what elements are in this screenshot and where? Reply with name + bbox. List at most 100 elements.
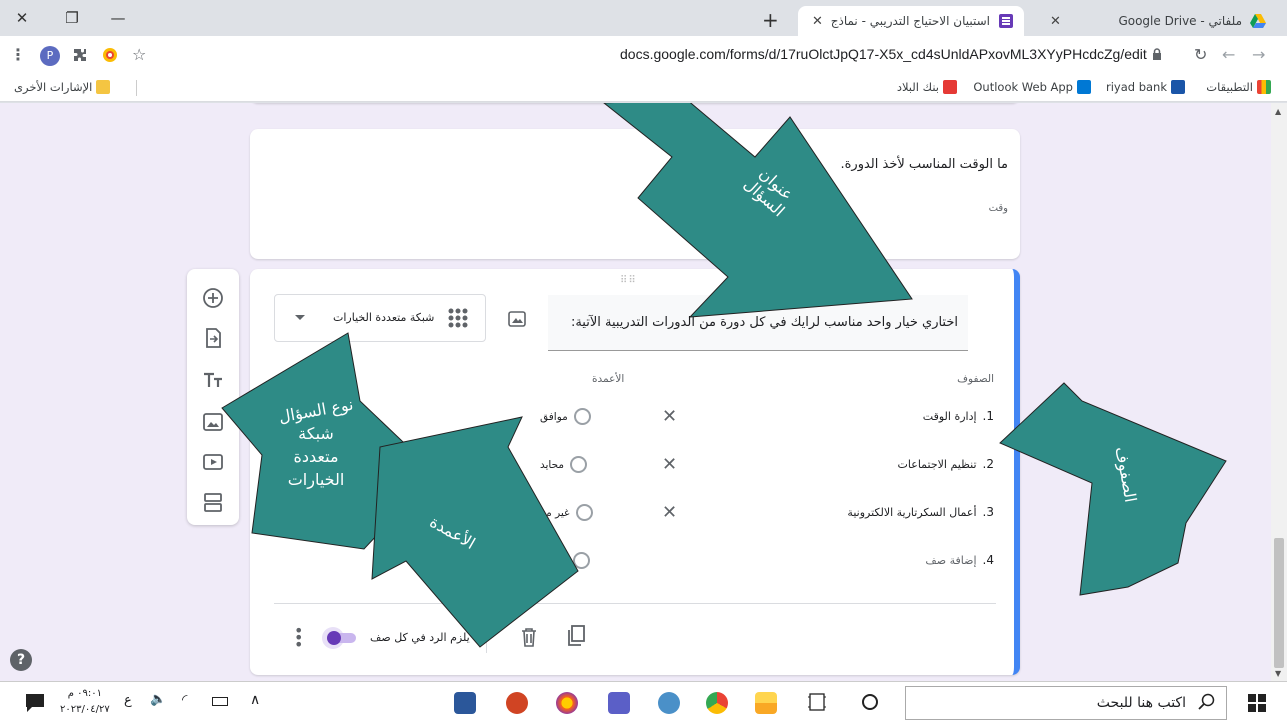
lock-icon[interactable]: [1152, 48, 1162, 60]
minimize-window-icon[interactable]: —: [104, 6, 132, 30]
cortana-icon[interactable]: [862, 694, 878, 710]
file-explorer-icon[interactable]: [755, 692, 777, 714]
forward-arrow-icon[interactable]: →: [1252, 45, 1265, 64]
form-editor-page: ما الوقت المناسب لأخذ الدورة. وقت ⠿⠿ اخت…: [0, 103, 1271, 681]
question-type-dropdown[interactable]: شبكة متعددة الخيارات: [274, 294, 486, 342]
bookmarks-bar: الإشارات الأخرى التطبيقات riyad bank Out…: [0, 74, 1287, 102]
chevron-down-icon: [295, 315, 305, 320]
annotation-line: متعددة: [293, 447, 339, 466]
clock-time: ٠٩:٠١ م: [67, 688, 102, 699]
columns-header: الأعمدة: [592, 373, 625, 385]
word-icon[interactable]: [454, 692, 476, 714]
battery-icon[interactable]: [212, 697, 228, 706]
help-icon[interactable]: ?: [10, 649, 32, 671]
grid-column[interactable]: غير موافق: [524, 504, 593, 521]
required-toggle[interactable]: [322, 627, 358, 649]
bookmark-apps[interactable]: التطبيقات: [1206, 80, 1271, 94]
radio-circle-icon: [573, 552, 591, 569]
bookmark-star-icon[interactable]: ☆: [132, 45, 146, 64]
bookmark-albilad[interactable]: بنك البلاد: [897, 80, 957, 94]
tab-title: استبيان الاحتياج التدريبي - نماذج Go: [827, 14, 990, 28]
close-tab-icon[interactable]: ✕: [808, 14, 827, 29]
bookmark-label: riyad bank: [1105, 80, 1167, 94]
bookmark-outlook[interactable]: Outlook Web App: [973, 80, 1091, 94]
tab-drive[interactable]: ملفاتي - Google Drive ✕: [1036, 6, 1276, 36]
grid-dots-icon: [448, 308, 468, 328]
volume-icon[interactable]: 🔈: [150, 692, 166, 707]
new-tab-icon[interactable]: +: [762, 8, 779, 32]
more-options-icon[interactable]: • • •: [294, 623, 303, 653]
radio-circle-icon: [575, 504, 593, 521]
close-tab-icon[interactable]: ✕: [1046, 14, 1065, 29]
remove-row-icon[interactable]: ✕: [662, 406, 677, 427]
language-indicator[interactable]: ع: [124, 693, 132, 708]
side-toolbar: [187, 269, 239, 525]
other-bookmarks[interactable]: الإشارات الأخرى: [14, 80, 111, 94]
tab-bar: ✕ ❐ — + استبيان الاحتياج التدريبي - نماذ…: [0, 0, 1287, 36]
grid-row[interactable]: 2. تنظيم الاجتماعات: [898, 457, 994, 471]
add-column-button[interactable]: إضافة عمود: [516, 552, 591, 569]
bookmark-riyad-bank[interactable]: riyad bank: [1106, 80, 1185, 94]
back-arrow-icon[interactable]: ←: [1222, 45, 1235, 64]
annotation-question-type: نوع السؤال شبكة متعددة الخيارات: [276, 395, 356, 491]
grid-row[interactable]: 3. أعمال السكرتارية الالكترونية: [847, 505, 994, 519]
grid-column[interactable]: موافق: [540, 408, 591, 425]
search-placeholder: اكتب هنا للبحث: [1096, 695, 1186, 711]
extension-badge-icon[interactable]: [102, 47, 118, 63]
column-label: إضافة عمود: [516, 554, 568, 567]
add-image-icon[interactable]: [508, 311, 526, 327]
add-image-icon[interactable]: [202, 411, 224, 433]
grid-row[interactable]: 1. إدارة الوقت: [923, 409, 994, 423]
show-hidden-icons-icon[interactable]: ∧: [250, 692, 260, 708]
import-questions-icon[interactable]: [202, 327, 224, 349]
wifi-icon[interactable]: ◜: [182, 692, 187, 708]
page-scrollbar[interactable]: ▲ ▼: [1271, 103, 1287, 681]
menu-kebab-icon[interactable]: ⋮: [10, 45, 26, 64]
add-section-icon[interactable]: [202, 491, 224, 513]
question-card-time[interactable]: ما الوقت المناسب لأخذ الدورة. وقت: [250, 129, 1020, 259]
other-bookmarks-label: الإشارات الأخرى: [14, 80, 93, 94]
windows-start-icon[interactable]: [1248, 694, 1266, 712]
firefox-icon[interactable]: [556, 692, 578, 714]
column-label: موافق: [540, 410, 568, 423]
add-title-icon[interactable]: [202, 369, 224, 391]
trash-icon[interactable]: [520, 627, 538, 647]
drag-handle-icon[interactable]: ⠿⠿: [620, 275, 637, 286]
question-title: ما الوقت المناسب لأخذ الدورة.: [840, 157, 1008, 172]
annotation-rows: الصفوف: [1111, 445, 1141, 504]
outlook-icon: [1077, 80, 1091, 94]
taskbar-search-input[interactable]: اكتب هنا للبحث: [905, 686, 1227, 720]
powerpoint-icon[interactable]: [506, 692, 528, 714]
column-label: غير موافق: [524, 506, 570, 519]
teams-icon[interactable]: [608, 692, 630, 714]
scroll-thumb[interactable]: [1274, 538, 1284, 668]
remove-row-icon[interactable]: ✕: [662, 502, 677, 523]
add-video-icon[interactable]: [202, 451, 224, 473]
question-type-label: شبكة متعددة الخيارات: [333, 311, 435, 324]
url-text[interactable]: docs.google.com/forms/d/17ruOlctJpQ17-X5…: [620, 46, 1147, 62]
duplicate-icon[interactable]: [566, 625, 586, 647]
tab-form[interactable]: استبيان الاحتياج التدريبي - نماذج Go ✕: [798, 6, 1024, 36]
question-card-grid[interactable]: ⠿⠿ اختاري خيار واحد مناسب لرايك في كل دو…: [250, 269, 1020, 675]
notifications-icon[interactable]: [24, 692, 46, 714]
add-question-icon[interactable]: [202, 287, 224, 309]
browser-app-icon[interactable]: [658, 692, 680, 714]
restore-window-icon[interactable]: ❐: [58, 6, 86, 30]
grid-column[interactable]: محايد: [540, 456, 588, 473]
question-title-input[interactable]: اختاري خيار واحد مناسب لرايك في كل دورة …: [548, 295, 968, 351]
scroll-up-icon[interactable]: ▲: [1275, 107, 1281, 116]
question-title-text: اختاري خيار واحد مناسب لرايك في كل دورة …: [570, 315, 958, 330]
row-label: أعمال السكرتارية الالكترونية: [847, 505, 977, 519]
remove-row-icon[interactable]: ✕: [662, 454, 677, 475]
row-number: 3.: [982, 505, 994, 519]
reload-icon[interactable]: ↻: [1194, 45, 1207, 64]
scroll-down-icon[interactable]: ▼: [1275, 669, 1281, 678]
chrome-icon[interactable]: [706, 692, 728, 714]
extensions-icon[interactable]: [72, 47, 88, 63]
profile-avatar[interactable]: P: [40, 46, 60, 66]
add-row-button[interactable]: 4. إضافة صف: [925, 553, 994, 567]
clock[interactable]: ٠٩:٠١ م ٢٠٢٣/٠٤/٢٧: [60, 686, 110, 718]
row-number: 2.: [982, 457, 994, 471]
close-window-icon[interactable]: ✕: [8, 6, 36, 30]
task-view-icon[interactable]: [808, 693, 826, 711]
